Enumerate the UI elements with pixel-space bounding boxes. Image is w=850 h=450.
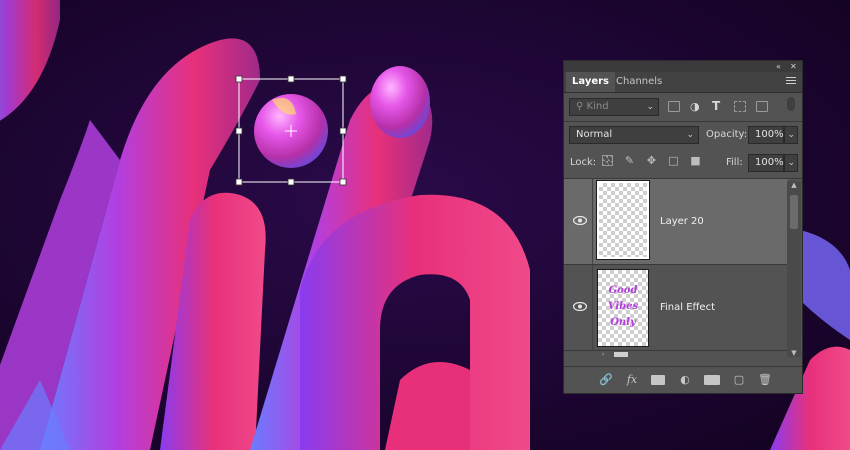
folder-icon (614, 352, 628, 357)
double-chevron-icon[interactable]: « (776, 61, 781, 72)
layer-thumbnail[interactable] (596, 180, 650, 260)
add-mask-icon[interactable] (651, 375, 665, 385)
fill-input[interactable]: 100% (748, 154, 784, 172)
layer-row-partial[interactable]: › (564, 351, 788, 357)
thumbnail-text: Good (608, 285, 638, 296)
filter-kind-label: Kind (586, 101, 609, 112)
chevron-down-icon: ⌄ (787, 130, 795, 140)
delete-layer-icon[interactable]: 🗑 (758, 373, 772, 387)
layer-thumbnail[interactable]: Good Vibes Only (597, 269, 649, 347)
layer-row[interactable]: Layer 20 (564, 179, 788, 265)
shape-filter-icon[interactable] (734, 101, 746, 112)
blend-mode-value: Normal (576, 129, 613, 140)
layers-panel: « ✕ Layers Channels ⚲ Kind ⌄ ◑ T Normal … (563, 60, 803, 394)
lock-position-icon[interactable]: ✥ (646, 155, 657, 166)
adjustment-filter-icon[interactable]: ◑ (690, 100, 700, 113)
fx-icon[interactable]: fx (624, 373, 640, 387)
lock-transparent-pixels-icon[interactable] (602, 155, 613, 166)
scrollbar-thumb[interactable] (790, 195, 798, 229)
scroll-up-icon[interactable]: ▲ (787, 181, 801, 189)
filter-toggle-switch[interactable] (787, 97, 795, 111)
layers-bottom-toolbar: 🔗 fx ◐ ▢ 🗑 (564, 366, 802, 393)
opacity-label: Opacity: (706, 129, 748, 140)
eye-icon[interactable] (573, 302, 587, 311)
lock-label: Lock: (570, 157, 597, 168)
close-icon[interactable]: ✕ (790, 61, 797, 72)
search-icon: ⚲ (576, 101, 584, 112)
smart-object-filter-icon[interactable] (756, 101, 768, 112)
eye-icon[interactable] (573, 216, 587, 225)
panel-title-bar[interactable]: « ✕ (564, 61, 802, 72)
type-filter-icon[interactable]: T (712, 99, 720, 113)
lock-image-pixels-icon[interactable]: ✎ (624, 155, 635, 166)
tab-layers[interactable]: Layers (566, 72, 615, 92)
chevron-right-icon[interactable]: › (602, 351, 612, 357)
hamburger-menu-icon[interactable] (786, 77, 796, 86)
thumbnail-text: Vibes (607, 301, 639, 312)
pixel-filter-icon[interactable] (668, 101, 680, 112)
link-layers-icon[interactable]: 🔗 (598, 373, 614, 387)
scroll-down-icon[interactable]: ▼ (787, 349, 801, 357)
opacity-dropdown[interactable]: ⌄ (784, 126, 798, 144)
panel-tabs: Layers Channels (564, 72, 802, 93)
adjustment-layer-icon[interactable]: ◐ (678, 373, 692, 387)
layer-row[interactable]: Good Vibes Only Final Effect (564, 265, 788, 351)
layer-filter-kind[interactable]: ⚲ Kind ⌄ (569, 98, 659, 116)
layer-name[interactable]: Layer 20 (660, 216, 704, 227)
fill-dropdown[interactable]: ⌄ (784, 154, 798, 172)
lock-all-icon[interactable]: ■ (690, 155, 701, 166)
new-layer-icon[interactable]: ▢ (732, 373, 746, 387)
lock-artboard-icon[interactable]: □ (668, 155, 679, 166)
layers-scrollbar[interactable]: ▲ ▼ (787, 181, 801, 357)
layer-name[interactable]: Final Effect (660, 302, 715, 313)
tab-channels[interactable]: Channels (610, 72, 668, 92)
blend-mode-select[interactable]: Normal ⌄ (569, 126, 699, 144)
chevron-down-icon: ⌄ (686, 130, 694, 140)
fill-label: Fill: (726, 157, 743, 168)
opacity-input[interactable]: 100% (748, 126, 784, 144)
chevron-down-icon: ⌄ (646, 102, 654, 112)
chevron-down-icon: ⌄ (787, 158, 795, 168)
thumbnail-text: Only (610, 317, 636, 328)
new-group-icon[interactable] (704, 375, 720, 385)
